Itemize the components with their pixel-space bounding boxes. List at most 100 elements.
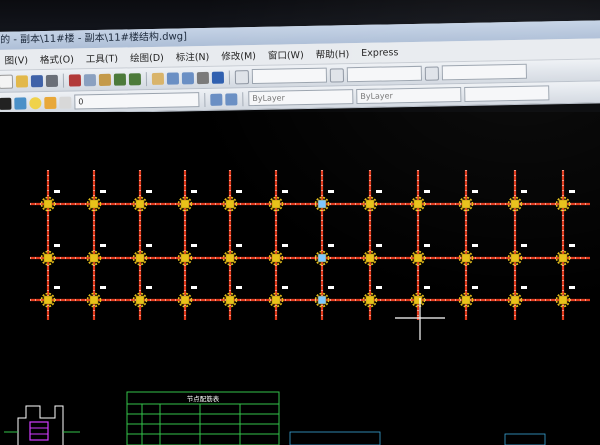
layer-previous-icon[interactable] [225, 92, 238, 106]
menu-tools[interactable]: 工具(T) [80, 51, 124, 66]
column-tag [424, 190, 430, 193]
open-icon[interactable] [15, 74, 29, 88]
menu-help[interactable]: 帮助(H) [310, 46, 356, 61]
toolbar-separator [62, 73, 65, 88]
table-style-combo[interactable] [441, 63, 527, 81]
column-tag [376, 286, 382, 289]
column-tag [569, 190, 575, 193]
lineweight-combo[interactable] [464, 85, 550, 102]
zoom-icon[interactable] [166, 71, 180, 85]
column [510, 295, 520, 305]
column-tag [54, 244, 60, 247]
column [225, 199, 235, 209]
layer-manager-icon[interactable] [0, 97, 12, 110]
column [180, 199, 190, 209]
menu-window[interactable]: 窗口(W) [262, 47, 310, 62]
column-tag [521, 286, 527, 289]
column-tag [146, 244, 152, 247]
column-tag [282, 244, 288, 247]
column [43, 253, 53, 263]
application-chrome: 的 - 副本\11#楼 - 副本\11#楼结构.dwg] 图(V) 格式(O) … [0, 20, 600, 115]
toolbar-separator [204, 92, 206, 107]
column-tag [54, 286, 60, 289]
help-icon[interactable] [211, 71, 225, 84]
text-style-icon[interactable] [234, 69, 250, 84]
column [271, 253, 281, 263]
column [180, 295, 190, 305]
column-tag [236, 244, 242, 247]
column [461, 199, 471, 209]
drawing-canvas[interactable]: 节点配筋表 [0, 112, 600, 445]
column [317, 295, 327, 305]
column-tag [191, 244, 197, 247]
rebar-table-title: 节点配筋表 [187, 394, 220, 403]
column [558, 253, 568, 263]
text-style-combo[interactable] [251, 67, 328, 85]
column [461, 295, 471, 305]
column-tag [282, 190, 288, 193]
menu-format[interactable]: 格式(O) [34, 51, 80, 66]
zoom-window-icon[interactable] [181, 71, 195, 84]
layer-icon[interactable] [14, 96, 27, 110]
column [43, 295, 53, 305]
color-combo[interactable]: ByLayer [248, 89, 354, 107]
column-tag [100, 286, 106, 289]
menu-dimension[interactable]: 标注(N) [170, 49, 216, 64]
column [413, 253, 423, 263]
column-tag [146, 190, 152, 193]
column-tag [328, 286, 334, 289]
column-tag [376, 244, 382, 247]
column [317, 199, 327, 209]
linetype-combo[interactable]: ByLayer [356, 87, 462, 105]
column-tag [472, 244, 478, 247]
menu-view[interactable]: 图(V) [0, 52, 34, 67]
column [317, 253, 327, 263]
bulb-icon[interactable] [29, 96, 42, 109]
lock-icon[interactable] [59, 96, 72, 109]
column-tag [236, 190, 242, 193]
column-tag [424, 244, 430, 247]
column-tag [521, 190, 527, 193]
table-style-icon[interactable] [424, 65, 440, 81]
redo-icon[interactable] [128, 72, 142, 85]
column-tag [424, 286, 430, 289]
dim-style-combo[interactable] [346, 65, 423, 83]
menu-draw[interactable]: 绘图(D) [124, 50, 170, 65]
column-tag [191, 286, 197, 289]
column [43, 199, 53, 209]
pan-icon[interactable] [151, 72, 165, 85]
column-tag [328, 244, 334, 247]
column-tag [472, 286, 478, 289]
new-icon[interactable] [0, 74, 14, 89]
column [510, 199, 520, 209]
column-tag [569, 244, 575, 247]
cut-icon[interactable] [68, 73, 82, 87]
sun-icon[interactable] [44, 96, 57, 109]
dim-style-icon[interactable] [329, 67, 345, 83]
properties-icon[interactable] [196, 71, 210, 84]
column-tag [328, 190, 334, 193]
column [89, 295, 99, 305]
print-icon[interactable] [45, 74, 59, 87]
column [558, 295, 568, 305]
column [225, 295, 235, 305]
undo-icon[interactable] [113, 72, 127, 86]
column [180, 253, 190, 263]
menu-express[interactable]: Express [355, 47, 404, 59]
column-tag [236, 286, 242, 289]
copy-icon[interactable] [83, 73, 97, 86]
column [89, 199, 99, 209]
make-current-icon[interactable] [210, 93, 223, 106]
column-tag [376, 190, 382, 193]
column [271, 295, 281, 305]
menu-modify[interactable]: 修改(M) [215, 48, 262, 63]
toolbar-separator [228, 69, 231, 84]
paste-icon[interactable] [98, 73, 112, 86]
save-icon[interactable] [30, 74, 44, 87]
layer-combo[interactable]: 0 [74, 92, 200, 110]
column-tag [521, 244, 527, 247]
column [89, 253, 99, 263]
column-tag [569, 286, 575, 289]
column-tag [100, 190, 106, 193]
column [558, 199, 568, 209]
